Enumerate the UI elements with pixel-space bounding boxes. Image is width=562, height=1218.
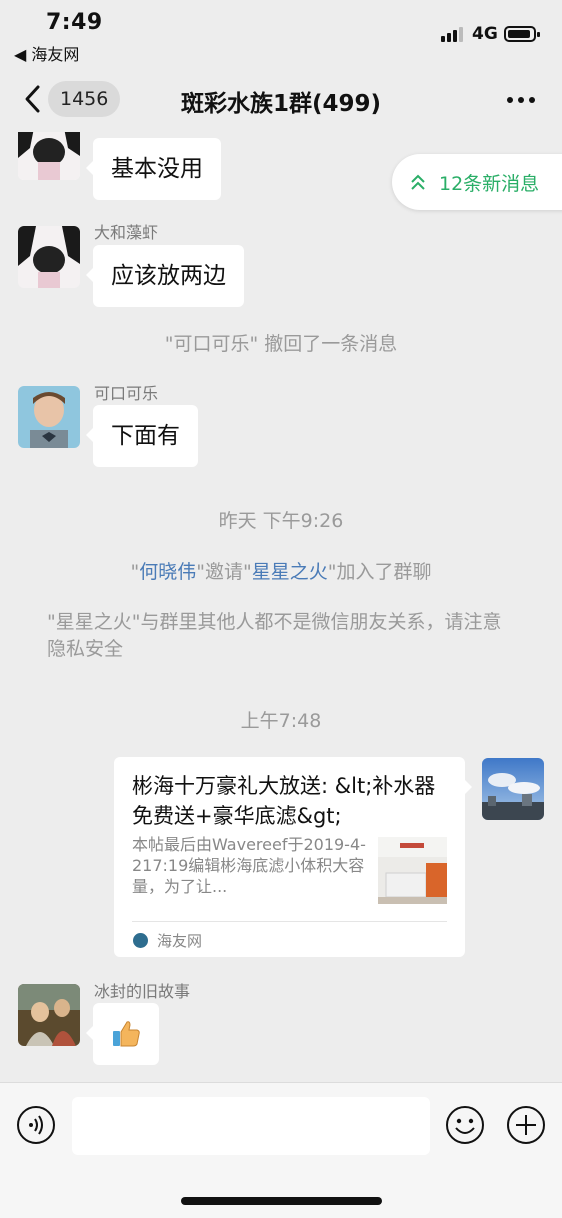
back-to-app-link[interactable]: ◀ 海友网 [14,41,79,65]
message-bubble[interactable]: 下面有 [86,405,198,467]
link-card[interactable]: 彬海十万豪礼大放送: &lt;补水器免费送+豪华底滤&gt; 本帖最后由Wave… [114,757,472,957]
inviter-link[interactable]: 何晓伟 [139,561,196,583]
avatar[interactable] [18,132,80,180]
plus-icon[interactable] [506,1105,546,1145]
more-icon[interactable] [505,90,537,110]
sender-name: 可口可乐 [94,384,159,403]
voice-icon[interactable] [16,1105,56,1145]
invite-notice: "何晓伟"邀请"星星之火"加入了群聊 [0,557,562,584]
avatar[interactable] [18,386,80,448]
invitee-link[interactable]: 星星之火 [252,561,328,583]
new-messages-label: 12条新消息 [439,173,540,195]
battery-icon [504,26,540,42]
nav-bar: 斑彩水族1群(499) 1456 [0,68,562,132]
sender-name: 冰封的旧故事 [94,982,191,1001]
timestamp: 昨天 下午9:26 [218,510,344,532]
double-chevron-up-icon [411,174,425,190]
avatar[interactable] [18,984,80,1046]
chat-area[interactable]: 基本没用 12条新消息 大和藻虾 应该放两边 "可口可乐" 撤回了一条消息 可口… [0,132,562,1082]
message-bubble[interactable]: 基本没用 [86,138,221,200]
message-bubble[interactable] [86,1003,159,1065]
avatar[interactable] [18,226,80,288]
quote-mark: " [130,561,140,583]
message-bubble[interactable]: 应该放两边 [86,245,244,307]
thumbs-up-icon [113,1021,140,1047]
link-card-source: 海友网 [157,932,203,950]
invite-end-text: "加入了群聊 [327,561,432,583]
emoji-icon[interactable] [445,1105,485,1145]
timestamp: 上午7:48 [240,710,322,732]
unread-count-badge[interactable]: 1456 [48,81,121,117]
message-input[interactable] [72,1097,430,1155]
new-messages-button[interactable]: 12条新消息 [392,154,562,210]
input-bar [0,1082,562,1218]
sender-name: 大和藻虾 [94,223,159,242]
recall-notice: "可口可乐" 撤回了一条消息 [164,333,398,355]
link-card-description: 本帖最后由Wavereef于2019-4-217:19编辑彬海底滤小体积大容量，… [132,835,366,896]
source-logo-icon [133,933,148,948]
invite-text: "邀请" [196,561,252,583]
signal-icon [441,26,465,42]
divider [132,921,447,922]
link-card-title: 彬海十万豪礼大放送: &lt;补水器免费送+豪华底滤&gt; [132,774,436,828]
my-avatar[interactable] [482,758,544,820]
status-time: 7:49 [46,10,103,35]
status-bar: 7:49 ◀ 海友网 4G [0,0,562,68]
link-card-thumbnail [378,837,447,904]
home-indicator[interactable] [181,1197,382,1205]
network-type: 4G [472,24,498,44]
privacy-notice: "星星之火"与群里其他人都不是微信朋友关系，请注意隐私安全 [47,611,502,660]
